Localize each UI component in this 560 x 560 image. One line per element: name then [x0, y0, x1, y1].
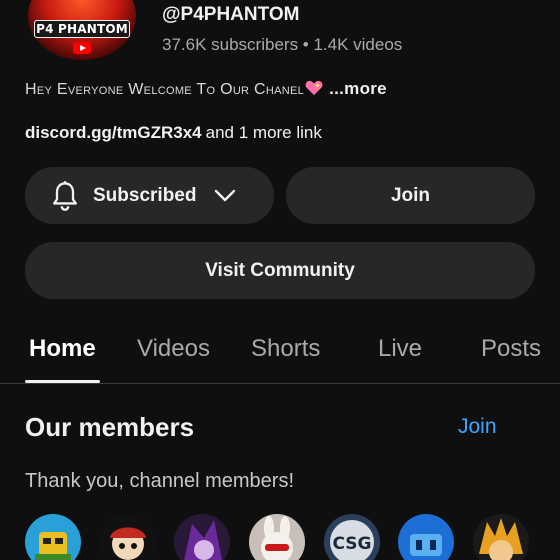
tab-posts[interactable]: Posts [481, 335, 541, 363]
subscribed-button[interactable]: Subscribed [25, 167, 274, 224]
member-avatar-2[interactable] [100, 514, 156, 560]
member-avatar-3[interactable] [174, 514, 230, 560]
member-avatar-6[interactable] [398, 514, 454, 560]
members-section-title: Our members [25, 412, 195, 442]
channel-tabs: Home Videos Shorts Live Posts [0, 320, 560, 384]
sparkling-heart-icon [305, 80, 323, 96]
description-more-link[interactable]: ...more [329, 79, 387, 98]
channel-links[interactable]: discord.gg/tmGZR3x4 and 1 more link [25, 123, 322, 143]
visit-community-button[interactable]: Visit Community [25, 242, 535, 299]
tab-shorts[interactable]: Shorts [251, 335, 320, 363]
tab-live[interactable]: Live [378, 335, 422, 363]
tab-home[interactable]: Home [29, 335, 96, 363]
member-avatars-row: CSG [25, 514, 560, 560]
member-avatar-1[interactable] [25, 514, 81, 560]
members-thanks-text: Thank you, channel members! [25, 470, 295, 492]
bell-icon [52, 180, 77, 211]
member-avatar-7[interactable] [473, 514, 529, 560]
svg-text:CSG: CSG [333, 534, 372, 554]
youtube-play-icon [73, 42, 91, 54]
channel-avatar[interactable]: P4 PHANTOM [28, 0, 136, 60]
avatar-logo-text: P4 PHANTOM [34, 20, 130, 38]
channel-stats: 37.6K subscribers • 1.4K videos [162, 35, 403, 54]
chevron-down-icon [215, 189, 236, 201]
description-text: Hey Everyone Welcome To Our Chanel [25, 81, 305, 98]
more-links-text[interactable]: and 1 more link [206, 123, 322, 142]
visit-community-label: Visit Community [205, 259, 355, 281]
subscribed-label: Subscribed [93, 184, 197, 206]
active-tab-indicator [25, 380, 100, 383]
join-label: Join [390, 184, 431, 206]
channel-handle: @P4PHANTOM [162, 4, 300, 25]
discord-link[interactable]: discord.gg/tmGZR3x4 [25, 123, 202, 142]
tab-videos[interactable]: Videos [137, 335, 210, 363]
join-button[interactable]: Join [286, 167, 535, 224]
channel-description[interactable]: Hey Everyone Welcome To Our Chanel ...mor… [25, 79, 387, 99]
members-join-link[interactable]: Join [458, 415, 497, 439]
member-avatar-5[interactable]: CSG [324, 514, 380, 560]
member-avatar-4[interactable] [249, 514, 305, 560]
